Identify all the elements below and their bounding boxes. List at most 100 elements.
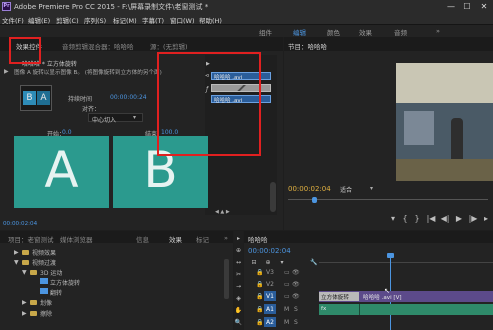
lock-icon[interactable]: 🔒 (256, 293, 263, 300)
maximize-button[interactable]: ☐ (459, 0, 475, 13)
program-scrub-bar[interactable] (288, 197, 488, 203)
ripple-tool-icon[interactable]: ↔ (234, 259, 243, 267)
mute-button[interactable]: M (284, 319, 289, 326)
menu-file[interactable]: 文件(F) (2, 15, 24, 25)
tab-project[interactable]: 项目：老窗测试 (8, 234, 54, 244)
lock-icon[interactable]: 🔒 (256, 319, 263, 326)
tab-markers[interactable]: 标记 (196, 234, 209, 244)
tab-media-browser[interactable]: 媒体浏览器 (60, 234, 93, 244)
tab-info[interactable]: 信息 (136, 234, 149, 244)
razor-tool-icon[interactable]: ✂ (234, 271, 243, 279)
program-fit-dropdown[interactable]: 适合 (340, 185, 352, 194)
linked-selection-icon[interactable]: ⊕ (264, 259, 272, 267)
tab-more[interactable]: » (224, 234, 228, 242)
workspace-more[interactable]: » (436, 27, 440, 35)
tree-cube-spin[interactable]: 立方体旋转 (50, 278, 80, 287)
project-scrollbar[interactable] (224, 259, 229, 299)
tree-video-effects[interactable]: 视频效果 (32, 248, 56, 257)
menu-help[interactable]: 帮助(H) (199, 15, 222, 25)
tree-expand-icon[interactable]: ▶ (22, 310, 27, 317)
folder-icon (30, 300, 37, 305)
snap-icon[interactable]: ⊟ (250, 259, 258, 267)
wrench-icon[interactable]: 🔧 (310, 259, 318, 267)
rewind-icon[interactable]: ◀| (440, 215, 450, 223)
toggle-output-icon[interactable]: ▭ (284, 281, 290, 288)
tree-3d-motion[interactable]: 3D 运动 (40, 268, 62, 277)
chevron-down-icon[interactable]: ▾ (370, 185, 373, 192)
eye-icon[interactable]: 👁 (292, 293, 300, 300)
audio-clip[interactable]: fx (319, 304, 493, 315)
menu-title[interactable]: 字幕(T) (142, 15, 164, 25)
pen-tool-icon[interactable]: ◈ (234, 295, 243, 303)
workspace-editing[interactable]: 编辑 (293, 27, 306, 37)
menu-edit[interactable]: 编辑(E) (28, 15, 50, 25)
track-select-tool-icon[interactable]: ⊕ (234, 247, 243, 255)
tree-expand-icon[interactable]: ▶ (22, 299, 27, 306)
mouse-cursor-icon: ↖ (384, 287, 390, 295)
toggle-output-icon[interactable]: ▭ (284, 293, 290, 300)
folder-icon (30, 270, 37, 275)
tree-expand-icon[interactable]: ▼ (22, 269, 27, 276)
panel-nav-icon[interactable]: ◀ ▲ ▶ (215, 209, 230, 215)
mark-in-icon[interactable]: ▾ (388, 215, 398, 223)
hand-tool-icon[interactable]: ✋ (234, 307, 243, 315)
alignment-label: 对齐： (82, 106, 101, 113)
tab-audio-clip-mixer[interactable]: 音频剪辑混合器：哈哈哈 (62, 41, 134, 51)
play-transition-icon[interactable]: ▶ (4, 68, 9, 75)
eye-icon[interactable]: 👁 (292, 281, 300, 288)
lock-icon[interactable]: 🔒 (256, 306, 263, 313)
zoom-tool-icon[interactable]: 🔍 (234, 319, 243, 327)
solo-button[interactable]: S (294, 306, 298, 313)
effect-controls-scrollbar[interactable] (270, 182, 276, 212)
video-clip-label: 哈哈哈 .avi [V] (363, 295, 402, 301)
tab-source[interactable]: 源：(无剪辑) (150, 41, 188, 51)
alignment-dropdown[interactable]: 中心切入 ▾ (88, 113, 143, 124)
duration-value[interactable]: 00:00:00:24 (110, 94, 147, 101)
add-marker-icon[interactable]: ▾ (278, 259, 286, 267)
lock-icon[interactable]: 🔒 (256, 269, 263, 276)
program-timecode[interactable]: 00:00:02:04 (288, 185, 331, 193)
tab-effects[interactable]: 效果 (169, 234, 182, 244)
selection-tool-icon[interactable]: ▸ (234, 235, 243, 243)
close-button[interactable]: ✕ (476, 0, 492, 13)
tab-program[interactable]: 节目：哈哈哈 (288, 41, 327, 51)
toggle-output-icon[interactable]: ▭ (284, 269, 290, 276)
workspace-color[interactable]: 颜色 (327, 27, 340, 37)
tools-panel: ▸ ⊕ ↔ ✂ → ◈ ✋ 🔍 (234, 231, 243, 330)
program-playhead[interactable] (312, 197, 317, 203)
tree-wipe[interactable]: 擦除 (40, 309, 52, 318)
step-back-icon[interactable]: |◀ (426, 215, 436, 223)
mark-in-bracket-icon[interactable]: { (400, 215, 410, 223)
effect-controls-timecode[interactable]: 00:00:02:04 (3, 221, 37, 227)
playhead-handle[interactable] (387, 253, 394, 258)
timeline-timecode[interactable]: 00:00:02:04 (248, 247, 291, 255)
tab-sequence[interactable]: 哈哈哈 (248, 234, 268, 244)
export-frame-icon[interactable]: ▸ (481, 215, 491, 223)
forward-icon[interactable]: |▶ (468, 215, 478, 223)
timeline-ruler[interactable] (319, 255, 493, 263)
mute-button[interactable]: M (284, 306, 289, 313)
workspace-effects[interactable]: 效果 (359, 27, 372, 37)
start-value[interactable]: 0.0 (62, 129, 72, 136)
workspace-assembly[interactable]: 组件 (259, 27, 272, 37)
tree-flip[interactable]: 翻转 (50, 288, 62, 297)
tree-video-transitions[interactable]: 视频过渡 (32, 258, 56, 267)
tree-expand-icon[interactable]: ▼ (14, 259, 19, 266)
tree-iris[interactable]: 划像 (40, 298, 52, 307)
minimize-button[interactable]: — (443, 0, 459, 13)
workspace-audio[interactable]: 音频 (394, 27, 407, 37)
transition-clip[interactable]: 立方体旋转 (319, 292, 359, 301)
eye-icon[interactable]: 👁 (292, 269, 300, 276)
tree-expand-icon[interactable]: ▶ (14, 249, 19, 256)
mini-preview-a: A (37, 91, 50, 105)
menu-clip[interactable]: 剪辑(C) (56, 15, 79, 25)
lock-icon[interactable]: 🔒 (256, 281, 263, 288)
preview-a-letter: A (44, 141, 79, 199)
menu-sequence[interactable]: 序列(S) (84, 15, 106, 25)
play-icon[interactable]: ▶ (454, 215, 464, 223)
mark-out-bracket-icon[interactable]: } (412, 215, 422, 223)
menu-marker[interactable]: 标记(M) (113, 15, 137, 25)
solo-button[interactable]: S (294, 319, 298, 326)
slip-tool-icon[interactable]: → (234, 283, 243, 291)
menu-window[interactable]: 窗口(W) (170, 15, 195, 25)
